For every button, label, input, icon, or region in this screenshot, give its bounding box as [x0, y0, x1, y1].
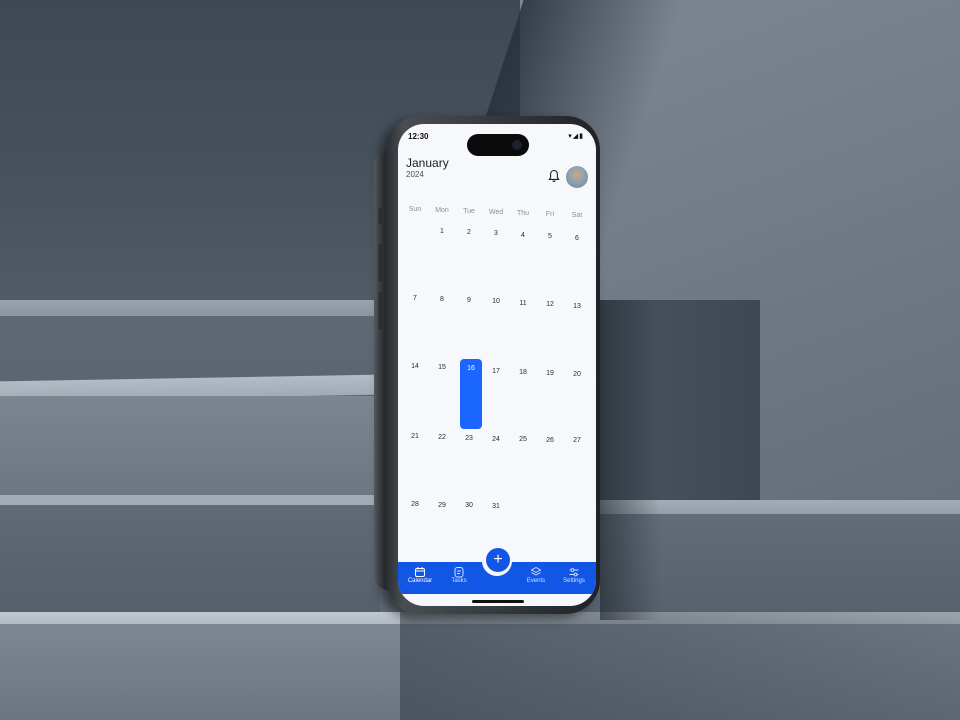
day-cell[interactable]: 18	[510, 369, 536, 376]
day-cell[interactable]: 11	[510, 300, 536, 307]
add-button[interactable]: +	[486, 548, 510, 572]
volume-up-button	[378, 244, 382, 282]
day-cell[interactable]: 25	[510, 436, 536, 443]
day-cell[interactable]: 7	[402, 295, 428, 302]
weekday-header: Sun Mon Tue Wed Thu Fri Sat	[402, 206, 592, 219]
status-icons: ▾◢▮	[568, 132, 584, 140]
status-time: 12:30	[408, 132, 429, 141]
tab-calendar-label: Calendar	[407, 578, 433, 584]
day-cell[interactable]: 31	[483, 503, 509, 510]
day-cell[interactable]: 13	[564, 303, 590, 310]
tab-settings-label: Settings	[563, 578, 585, 584]
day-cell[interactable]: 14	[402, 363, 428, 370]
tab-calendar[interactable]: Calendar	[400, 566, 440, 584]
day-cell[interactable]: 3	[483, 230, 509, 237]
day-cell[interactable]: 30	[456, 502, 482, 509]
phone-cast-shadow	[600, 300, 660, 620]
day-cell[interactable]: 15	[429, 364, 455, 371]
weekday-mon: Mon	[435, 207, 449, 214]
tab-events-label: Events	[526, 578, 546, 584]
day-cell-selected[interactable]: 16	[460, 359, 482, 429]
sliders-icon	[569, 568, 579, 577]
month-title: January	[406, 156, 449, 170]
floor-shadow	[400, 612, 960, 720]
tasks-icon	[454, 567, 464, 578]
weekday-tue: Tue	[463, 208, 475, 215]
day-cell[interactable]: 17	[483, 368, 509, 375]
action-button	[378, 208, 382, 224]
avatar[interactable]	[566, 166, 588, 188]
year-label: 2024	[406, 170, 424, 179]
left-block-lower-face	[0, 505, 380, 625]
day-cell[interactable]: 26	[537, 437, 563, 444]
day-cell[interactable]: 10	[483, 298, 509, 305]
day-cell[interactable]: 21	[402, 433, 428, 440]
weekday-fri: Fri	[545, 211, 555, 218]
left-block-face	[0, 396, 380, 506]
day-cell[interactable]: 23	[456, 435, 482, 442]
day-cell[interactable]: 8	[429, 296, 455, 303]
camera-lens	[512, 140, 522, 150]
weekday-thu: Thu	[516, 210, 530, 217]
day-cell[interactable]: 2	[456, 229, 482, 236]
weekday-sun: Sun	[408, 206, 422, 213]
day-cell[interactable]: 27	[564, 437, 590, 444]
day-cell[interactable]: 24	[483, 436, 509, 443]
day-cell[interactable]: 1	[429, 228, 455, 235]
home-indicator[interactable]	[472, 600, 524, 603]
volume-down-button	[378, 292, 382, 330]
day-cell[interactable]: 4	[510, 232, 536, 239]
day-cell[interactable]: 20	[564, 371, 590, 378]
dynamic-island	[467, 134, 529, 156]
tab-tasks-label: Tasks	[451, 578, 467, 584]
day-cell[interactable]: 9	[456, 297, 482, 304]
layers-icon	[530, 566, 542, 576]
day-cell[interactable]: 28	[402, 501, 428, 508]
day-cell[interactable]: 6	[564, 235, 590, 242]
day-cell[interactable]: 19	[537, 370, 563, 377]
day-cell[interactable]: 29	[429, 502, 455, 509]
day-cell[interactable]: 22	[429, 434, 455, 441]
tab-settings[interactable]: Settings	[554, 566, 594, 584]
day-cell[interactable]: 5	[537, 233, 563, 240]
battery-icon: ▮	[579, 133, 584, 140]
calendar-icon	[415, 567, 425, 577]
day-cell[interactable]: 12	[537, 301, 563, 308]
weekday-sat: Sat	[571, 212, 583, 219]
tab-tasks[interactable]: Tasks	[439, 566, 479, 584]
tab-events[interactable]: Events	[516, 566, 556, 584]
weekday-wed: Wed	[488, 209, 504, 216]
phone-screen: 12:30 ▾◢▮ January 2024 Sun Mon Tue Wed T…	[398, 124, 596, 606]
bell-icon[interactable]	[548, 169, 560, 183]
calendar-grid: 1 2 3 4 5 6 7 8 9 10 11 12 13 14 15 16 1…	[402, 224, 592, 524]
